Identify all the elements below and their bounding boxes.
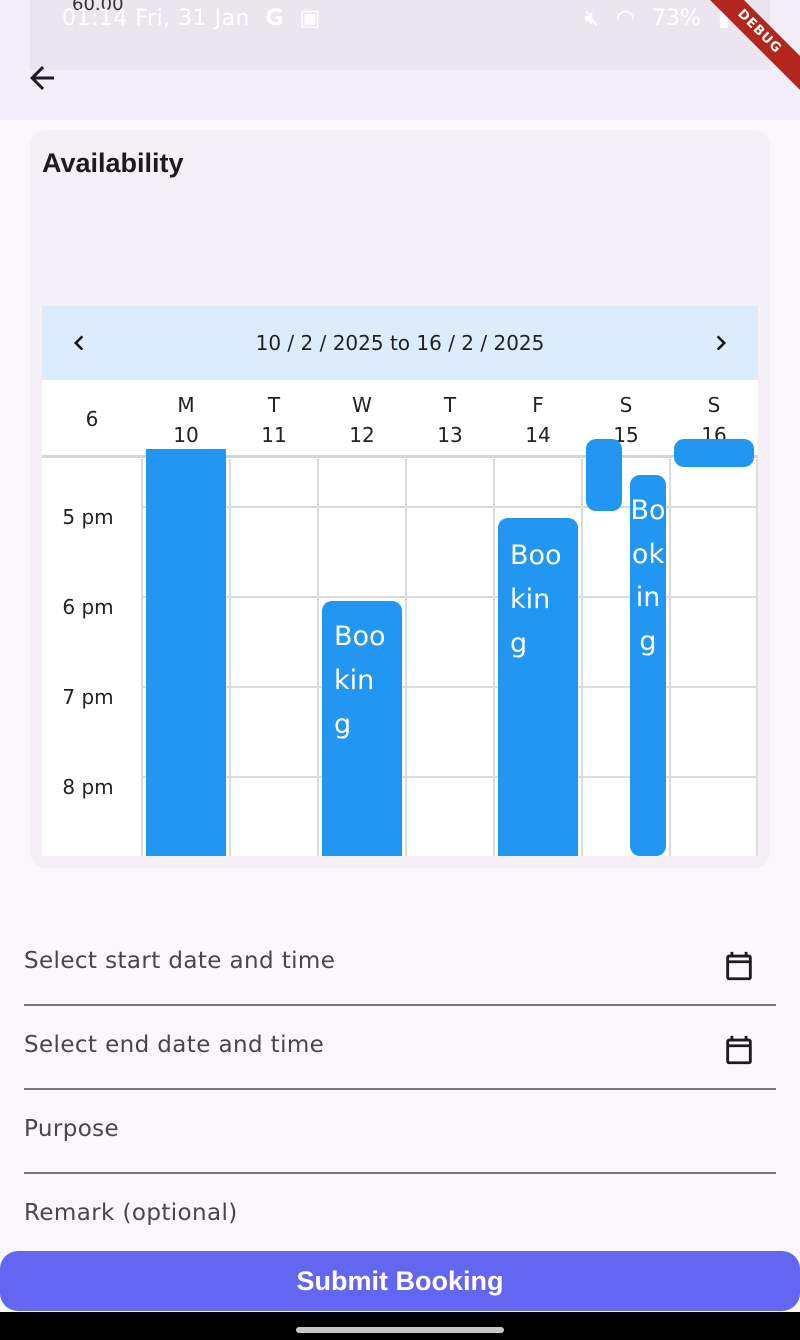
day-header-thu[interactable]: T 13 [406,390,494,450]
end-datetime-field[interactable]: Select end date and time [24,1006,776,1090]
grid-line [493,459,495,856]
grid-line [405,459,407,856]
day-letter: M [177,393,195,417]
mute-icon: 🔇︎ [584,6,599,31]
date-range-label: 10 / 2 / 2025 to 16 / 2 / 2025 [255,331,545,355]
booking-event-mon[interactable] [146,449,226,856]
status-time: 01:14 [62,6,128,31]
day-header-mon[interactable]: M 10 [142,390,230,450]
gallery-icon: ▣ [299,6,321,31]
chevron-left-icon[interactable] [64,328,94,358]
calendar-header: 10 / 2 / 2025 to 16 / 2 / 2025 [42,306,758,380]
booking-event-sun[interactable] [674,439,754,467]
grid-line [317,459,319,856]
week-calendar: 10 / 2 / 2025 to 16 / 2 / 2025 6 M 10 T 11… [42,306,758,856]
google-icon: G [265,6,285,31]
end-datetime-label: Select end date and time [24,1032,325,1058]
grid-line [581,459,583,856]
booking-event-sat-early[interactable] [586,439,622,511]
day-date: 12 [349,423,375,447]
purpose-field[interactable]: Purpose [24,1090,776,1174]
booking-screen: 60.00 01:14 Fri, 31 Jan G ▣ 🔇︎ ◠ 73% ▮ D… [0,0,800,1340]
day-letter: T [267,393,281,417]
calendar-icon[interactable] [722,1032,756,1068]
start-datetime-field[interactable]: Select start date and time [24,922,776,1006]
day-header-fri[interactable]: F 14 [494,390,582,450]
submit-booking-button[interactable]: Submit Booking [0,1251,800,1311]
wifi-icon: ◠ [615,6,635,31]
day-letter: W [352,393,372,417]
hour-label: 8 pm [62,775,114,799]
day-header-tue[interactable]: T 11 [230,390,318,450]
system-nav-bar [0,1312,800,1340]
day-header-wed[interactable]: W 12 [318,390,406,450]
app-bar: 60.00 01:14 Fri, 31 Jan G ▣ 🔇︎ ◠ 73% ▮ D… [0,0,800,120]
remark-label: Remark (optional) [24,1200,238,1226]
availability-card: Availability 10 / 2 / 2025 to 16 / 2 / 2… [30,130,770,868]
hour-label: 6 pm [62,595,114,619]
availability-title: Availability [42,148,184,178]
status-date: Fri, 31 Jan [135,6,251,31]
day-letter: F [532,393,544,417]
chevron-right-icon[interactable] [706,328,736,358]
day-date: 10 [173,423,199,447]
start-datetime-label: Select start date and time [24,948,336,974]
day-letter: T [443,393,457,417]
grid-line [669,459,671,856]
day-letter: S [707,393,721,417]
booking-event-wed[interactable]: Booking [322,601,402,856]
hour-label: 7 pm [62,685,114,709]
grid-line [229,459,231,856]
status-left: 01:14 Fri, 31 Jan G ▣ [62,6,321,31]
day-date: 11 [261,423,287,447]
day-date: 13 [437,423,463,447]
purpose-label: Purpose [24,1116,120,1142]
back-arrow-icon[interactable] [24,60,60,96]
status-bar: 60.00 01:14 Fri, 31 Jan G ▣ 🔇︎ ◠ 73% ▮ [30,0,770,70]
booking-event-fri[interactable]: Booking [498,518,578,856]
week-number: 6 [85,407,99,431]
day-letter: S [619,393,633,417]
battery-percent: 73% [651,6,701,31]
hour-label: 5 pm [62,505,114,529]
calendar-icon[interactable] [722,948,756,984]
booking-event-sat[interactable]: Booking [630,475,666,856]
day-header-row: 6 M 10 T 11 W 12 T 13 F 14 S 15 S 16 [42,380,758,458]
grid-line [756,459,758,856]
day-date: 14 [525,423,551,447]
home-indicator[interactable] [296,1327,504,1333]
time-grid[interactable]: 5 pm 6 pm 7 pm 8 pm Booking Booking Book… [42,439,758,856]
grid-line [141,459,143,856]
remark-field[interactable]: Remark (optional) [24,1174,776,1258]
status-right: 🔇︎ ◠ 73% ▮ [575,6,730,31]
